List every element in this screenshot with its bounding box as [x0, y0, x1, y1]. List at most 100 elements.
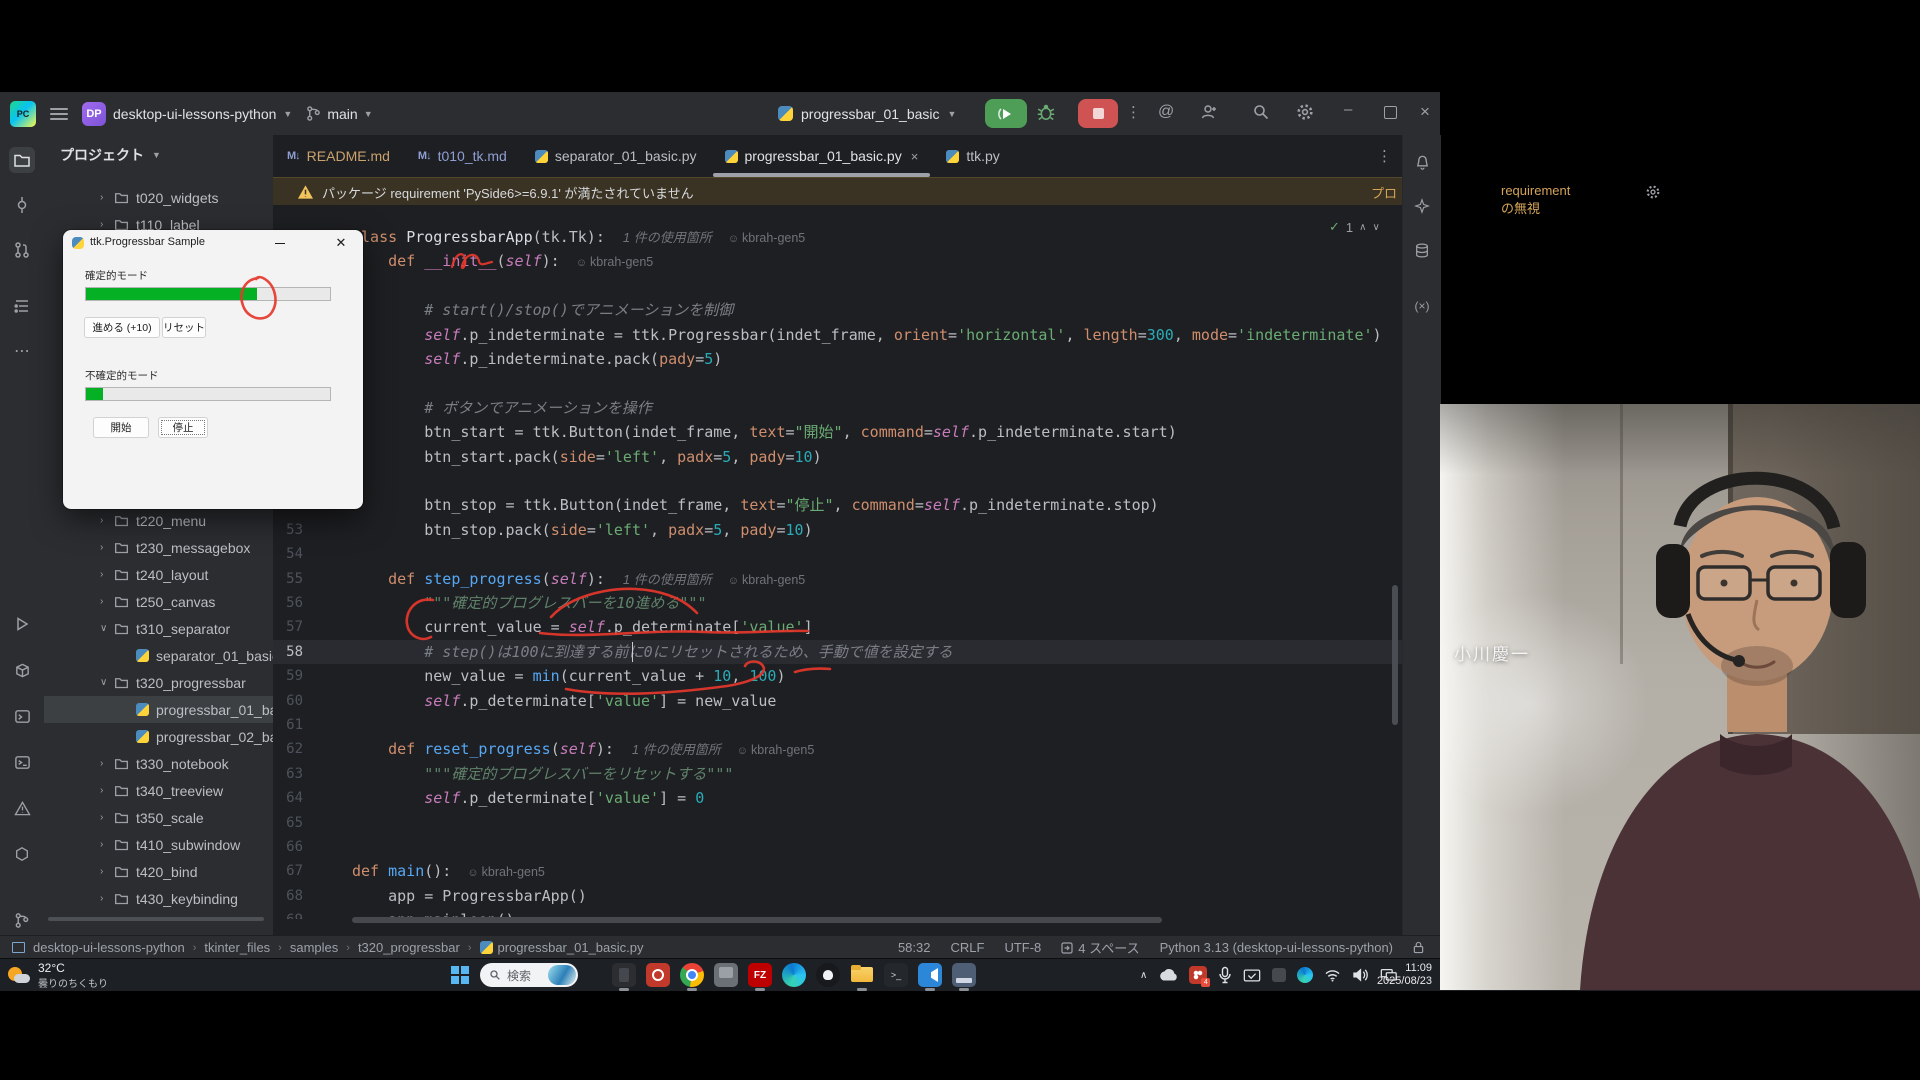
- editor-line-65[interactable]: 65: [273, 811, 1402, 835]
- prev-problem-icon[interactable]: ∧: [1359, 222, 1366, 233]
- chevron-icon[interactable]: ›: [100, 812, 114, 823]
- tab-README.md[interactable]: M↓README.md: [273, 135, 404, 177]
- search-everywhere-button[interactable]: [1252, 103, 1270, 121]
- chevron-icon[interactable]: ›: [100, 866, 114, 877]
- editor-line-42[interactable]: 42 def __init__(self):kbrah-gen5: [273, 249, 1402, 273]
- editor-line-61[interactable]: 61: [273, 713, 1402, 737]
- database-button[interactable]: [1409, 237, 1435, 263]
- add-user-button[interactable]: [1200, 103, 1218, 121]
- reset-button[interactable]: リセット: [162, 317, 206, 338]
- breadcrumb-item[interactable]: t320_progressbar: [358, 940, 460, 955]
- breadcrumb-item[interactable]: desktop-ui-lessons-python: [33, 940, 185, 955]
- tab-ttk.py[interactable]: ttk.py: [932, 135, 1013, 177]
- taskbar-app-red[interactable]: [646, 963, 670, 987]
- inspections-widget[interactable]: ✓ 1 ∧ ∨: [1329, 219, 1380, 235]
- main-menu-button[interactable]: [50, 108, 68, 120]
- editor-line-60[interactable]: 60 self.p_determinate['value'] = new_val…: [273, 689, 1402, 713]
- editor-line-47[interactable]: 47: [273, 371, 1402, 395]
- maximize-button[interactable]: [1384, 106, 1397, 119]
- tray-expand-icon[interactable]: ∧: [1140, 970, 1147, 981]
- editor-horizontal-scrollbar[interactable]: [352, 917, 1162, 923]
- taskbar-app-phonelink[interactable]: [612, 963, 636, 987]
- stop-button[interactable]: [1078, 99, 1118, 128]
- tree-item-t240_layout[interactable]: ›t240_layout: [44, 561, 273, 588]
- python-interpreter[interactable]: Python 3.13 (desktop-ui-lessons-python): [1160, 940, 1393, 955]
- run-button[interactable]: [985, 99, 1027, 128]
- minimize-button[interactable]: –: [1344, 101, 1352, 118]
- close-button[interactable]: ×: [1420, 102, 1430, 122]
- notifications-button[interactable]: [1409, 149, 1435, 175]
- taskbar-app-explorer[interactable]: [850, 963, 874, 987]
- next-problem-icon[interactable]: ∨: [1372, 222, 1379, 233]
- taskbar-app-filezilla[interactable]: FZ: [748, 963, 772, 987]
- settings-button[interactable]: [1296, 103, 1314, 121]
- more-tool-windows-button[interactable]: ⋯: [9, 338, 35, 364]
- project-tool-button[interactable]: [9, 147, 35, 173]
- indent-widget[interactable]: 4 スペース: [1061, 938, 1139, 957]
- editor-line-57[interactable]: 57 current_value = self.p_determinate['v…: [273, 615, 1402, 639]
- start-button[interactable]: 開始: [93, 417, 149, 438]
- breadcrumb[interactable]: desktop-ui-lessons-python›tkinter_files›…: [12, 940, 644, 955]
- editor-line-53[interactable]: 53 btn_stop.pack(side='left', padx=5, pa…: [273, 518, 1402, 542]
- start-button[interactable]: [451, 966, 469, 984]
- tree-item-t410_subwindow[interactable]: ›t410_subwindow: [44, 831, 273, 858]
- taskbar-app-github[interactable]: [816, 963, 840, 987]
- tray-hidden-icon[interactable]: [1272, 968, 1286, 982]
- taskbar-app-recorder[interactable]: [952, 963, 976, 987]
- chevron-icon[interactable]: ›: [100, 192, 114, 203]
- ai-assistant-button[interactable]: [1409, 193, 1435, 219]
- project-panel-header[interactable]: プロジェクト ▼: [60, 145, 161, 165]
- tree-item-t340_treeview[interactable]: ›t340_treeview: [44, 777, 273, 804]
- wifi-icon[interactable]: [1324, 969, 1341, 982]
- chevron-icon[interactable]: ›: [100, 515, 114, 526]
- editor-line-63[interactable]: 63 """確定的プログレスバーをリセットする""": [273, 762, 1402, 786]
- editor-line-66[interactable]: 66: [273, 835, 1402, 859]
- tree-item-t230_messagebox[interactable]: ›t230_messagebox: [44, 534, 273, 561]
- run-tool-button[interactable]: [9, 611, 35, 637]
- terminal-tool-button[interactable]: [9, 749, 35, 775]
- chevron-icon[interactable]: ›: [122, 731, 136, 742]
- tab-options-button[interactable]: ⋮: [1377, 147, 1392, 165]
- tab-t010_tk.md[interactable]: M↓t010_tk.md: [404, 135, 521, 177]
- step-button[interactable]: 進める (+10): [84, 317, 160, 338]
- breadcrumb-item[interactable]: tkinter_files: [204, 940, 270, 955]
- chevron-icon[interactable]: ›: [100, 596, 114, 607]
- caret-position[interactable]: 58:32: [898, 940, 931, 955]
- tab-progressbar_01_basic.py[interactable]: progressbar_01_basic.py×: [711, 135, 933, 177]
- editor-line-64[interactable]: 64 self.p_determinate['value'] = 0: [273, 786, 1402, 810]
- taskbar-app-device[interactable]: [714, 963, 738, 987]
- taskbar-app-chrome[interactable]: [680, 963, 704, 987]
- onedrive-icon[interactable]: [1158, 968, 1178, 982]
- taskbar-app-edge[interactable]: [782, 963, 806, 987]
- volume-icon[interactable]: [1352, 968, 1369, 982]
- chevron-icon[interactable]: ›: [100, 542, 114, 553]
- chevron-icon[interactable]: ›: [100, 893, 114, 904]
- chevron-icon[interactable]: ›: [100, 839, 114, 850]
- taskbar-app-terminal[interactable]: >_: [884, 963, 908, 987]
- tk-title-bar[interactable]: ttk.Progressbar Sample ✕: [63, 230, 363, 256]
- tree-item-t020_widgets[interactable]: ›t020_widgets: [44, 184, 273, 211]
- editor-line-62[interactable]: 62 def reset_progress(self):1 件の使用箇所kbra…: [273, 737, 1402, 761]
- tray-edge-icon[interactable]: [1297, 967, 1313, 983]
- python-console-tool-button[interactable]: [9, 703, 35, 729]
- editor-line-58[interactable]: 58 # step()は100に到達する前に0にリセットされるため、手動で値を設…: [273, 640, 1402, 664]
- editor-line-45[interactable]: 45 self.p_indeterminate = ttk.Progressba…: [273, 323, 1402, 347]
- lock-icon[interactable]: [1413, 941, 1424, 954]
- editor-vertical-scrollbar[interactable]: [1392, 585, 1398, 725]
- services-tool-button[interactable]: [9, 841, 35, 867]
- snip-icon[interactable]: [1243, 968, 1261, 983]
- ignore-requirement-link[interactable]: requirement の無視: [1501, 183, 1570, 217]
- tree-item-t320_progressbar[interactable]: ∨t320_progressbar: [44, 669, 273, 696]
- weather-widget[interactable]: 32°C 曇りのちくもり: [8, 961, 108, 990]
- tree-item-t350_scale[interactable]: ›t350_scale: [44, 804, 273, 831]
- tab-separator_01_basic.py[interactable]: separator_01_basic.py: [521, 135, 711, 177]
- taskbar-app-vscode[interactable]: [918, 963, 942, 987]
- chevron-icon[interactable]: ›: [100, 219, 114, 230]
- panel-scrollbar[interactable]: [48, 917, 264, 921]
- tray-app-icon[interactable]: 4: [1189, 966, 1207, 984]
- chevron-icon[interactable]: ›: [100, 758, 114, 769]
- taskbar-search[interactable]: 検索: [480, 963, 578, 987]
- editor-line-68[interactable]: 68 app = ProgressbarApp(): [273, 884, 1402, 908]
- tree-item-t430_keybinding[interactable]: ›t430_keybinding: [44, 885, 273, 912]
- tree-item-progressbar_02_basic.py[interactable]: ›progressbar_02_basic.py: [44, 723, 273, 750]
